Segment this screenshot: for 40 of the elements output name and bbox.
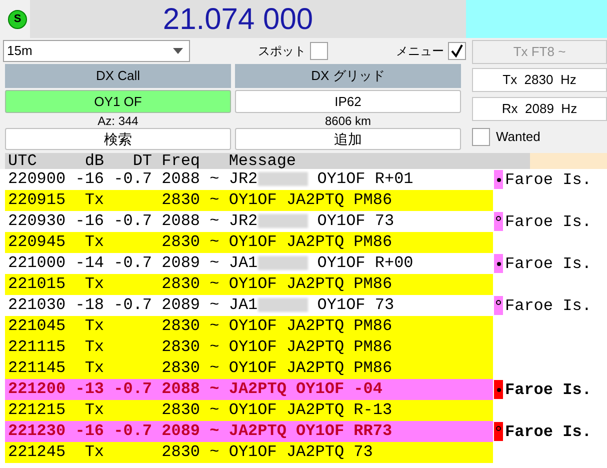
message-row[interactable]: 221045 Tx 2830 ~ OY1OF JA2PTQ PM86 xyxy=(5,316,493,337)
distance-text: 8606 km xyxy=(324,113,372,128)
status-badge: S xyxy=(8,10,27,28)
column-header: DT xyxy=(132,153,154,169)
country-text: Faroe Is. xyxy=(505,254,592,274)
menu-checkbox[interactable] xyxy=(448,42,466,60)
dx-call-header: DX Call xyxy=(5,64,231,88)
message-row[interactable]: 221145 Tx 2830 ~ OY1OF JA2PTQ PM86 xyxy=(5,358,493,379)
dropdown-caret-icon xyxy=(173,48,183,54)
frequency-display: 21.074 000 xyxy=(30,0,466,38)
tx-frequency-field[interactable]: Tx 2830 Hz xyxy=(472,68,607,92)
column-header: UTC xyxy=(8,153,38,169)
message-row[interactable]: 221245 Tx 2830 ~ OY1OF JA2PTQ 73 xyxy=(5,442,493,463)
add-button[interactable]: 追加 xyxy=(235,128,461,150)
country-text: Faroe Is. xyxy=(505,212,592,232)
rx-frequency-field[interactable]: Rx 2089 Hz xyxy=(472,97,607,121)
message-row[interactable]: 220945 Tx 2830 ~ OY1OF JA2PTQ PM86 xyxy=(5,232,493,253)
message-row[interactable]: 220915 Tx 2830 ~ OY1OF JA2PTQ PM86 xyxy=(5,190,493,211)
spot-label: スポット xyxy=(258,43,306,60)
dx-grid-field[interactable]: IP62 xyxy=(235,90,461,113)
dx-grid-header: DX グリッド xyxy=(235,64,461,88)
dx-call-field[interactable]: OY1 OF xyxy=(5,90,231,113)
spot-checkbox[interactable] xyxy=(310,42,328,60)
message-row[interactable]: 221015 Tx 2830 ~ OY1OF JA2PTQ PM86 xyxy=(5,274,493,295)
wanted-checkbox[interactable] xyxy=(472,128,490,146)
checkmark-icon xyxy=(450,44,464,58)
country-text: Faroe Is. xyxy=(505,380,592,400)
column-header: Freq xyxy=(162,153,202,169)
message-row[interactable]: 221215 Tx 2830 ~ OY1OF JA2PTQ R-13 xyxy=(5,400,493,421)
country-text: Faroe Is. xyxy=(505,296,592,316)
band-select[interactable]: 15m xyxy=(3,40,190,62)
menu-label: メニュー xyxy=(396,43,444,60)
country-text: Faroe Is. xyxy=(505,170,592,190)
country-text: Faroe Is. xyxy=(505,422,592,442)
azimuth-text: Az: 344 xyxy=(96,113,140,128)
message-row[interactable]: 221115 Tx 2830 ~ OY1OF JA2PTQ PM86 xyxy=(5,337,493,358)
column-header: Message xyxy=(228,153,296,169)
wanted-label: Wanted xyxy=(496,128,540,146)
search-button[interactable]: 検索 xyxy=(5,128,231,150)
column-header: dB xyxy=(84,153,106,169)
